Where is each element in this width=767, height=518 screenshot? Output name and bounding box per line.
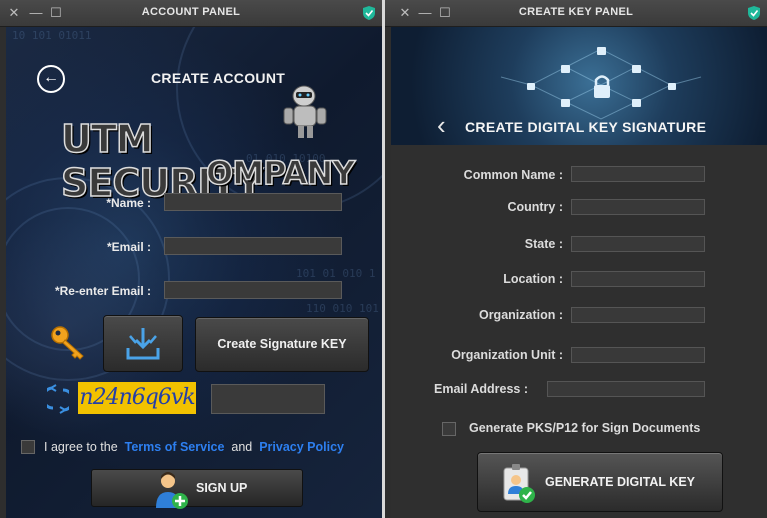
generate-digital-key-label: GENERATE DIGITAL KEY [545, 475, 696, 489]
organization-input[interactable] [571, 307, 705, 323]
refresh-captcha-icon[interactable] [47, 384, 69, 414]
location-label: Location : [503, 272, 563, 286]
privacy-policy-link[interactable]: Privacy Policy [259, 440, 344, 454]
account-panel-body: 10 101 01011 01 010 10100 101 01 010 1 1… [6, 27, 382, 518]
id-badge-icon [503, 464, 535, 503]
organization-unit-input[interactable] [571, 347, 705, 363]
organization-unit-label: Organization Unit : [451, 348, 563, 362]
location-input[interactable] [571, 271, 705, 287]
state-label: State : [524, 237, 563, 251]
common-name-label: Common Name : [463, 168, 563, 182]
create-key-panel-window: ✕ — ☐ CREATE KEY PANEL ‹ CREATE DIGITAL … [385, 0, 767, 518]
agree-checkbox[interactable] [21, 440, 35, 454]
common-name-input[interactable] [571, 166, 705, 182]
add-user-icon [156, 472, 188, 509]
agree-text: I agree to the [44, 440, 118, 454]
generate-digital-key-button[interactable]: GENERATE DIGITAL KEY [477, 452, 723, 512]
email-address-label: Email Address : [434, 382, 529, 396]
sign-up-label: SIGN UP [196, 481, 248, 495]
background-binary: 110 010 101 [306, 302, 379, 315]
background-binary: 101 01 010 1 [296, 267, 376, 280]
shield-icon [748, 6, 760, 20]
window-title: CREATE KEY PANEL [518, 6, 634, 18]
account-panel-window: ✕ — ☐ ACCOUNT PANEL 10 101 01011 01 010 … [0, 0, 382, 518]
captcha-input[interactable] [211, 384, 325, 414]
header-banner: ‹ CREATE DIGITAL KEY SIGNATURE [391, 27, 767, 145]
background-binary: 10 101 01011 [12, 29, 92, 42]
window-title: ACCOUNT PANEL [141, 6, 241, 18]
reenter-email-label: *Re-enter Email : [54, 284, 151, 298]
shield-icon [363, 6, 375, 20]
import-tray-icon [126, 328, 160, 360]
sign-up-button[interactable]: SIGN UP [91, 469, 303, 509]
generate-pks-label: Generate PKS/P12 for Sign Documents [469, 421, 701, 435]
captcha-image: n24n6q6vk [78, 382, 196, 414]
logo-text: OMPANY [205, 153, 356, 193]
name-input[interactable] [164, 193, 342, 211]
import-key-button[interactable] [103, 315, 183, 372]
email-input[interactable] [164, 237, 342, 255]
organization-label: Organization : [478, 308, 563, 322]
create-key-panel-titlebar: ✕ — ☐ CREATE KEY PANEL [385, 0, 767, 27]
terms-of-service-link[interactable]: Terms of Service [125, 440, 225, 454]
agree-text-row: I agree to the Terms of Service and Priv… [44, 440, 344, 454]
back-chevron-icon[interactable]: ‹ [437, 112, 446, 138]
country-input[interactable] [571, 199, 705, 215]
create-signature-key-button[interactable]: Create Signature KEY [195, 317, 369, 372]
generate-pks-checkbox[interactable] [442, 422, 456, 436]
back-arrow-icon[interactable]: ← [37, 65, 65, 93]
name-label: *Name : [106, 196, 151, 210]
country-label: Country : [507, 200, 563, 214]
key-icon [51, 326, 84, 360]
page-title: CREATE ACCOUNT [151, 70, 286, 86]
email-address-input[interactable] [547, 381, 705, 397]
page-title: CREATE DIGITAL KEY SIGNATURE [465, 119, 707, 135]
reenter-email-input[interactable] [164, 281, 342, 299]
account-panel-titlebar: ✕ — ☐ ACCOUNT PANEL [0, 0, 382, 27]
state-input[interactable] [571, 236, 705, 252]
and-text: and [231, 440, 253, 454]
email-label: *Email : [106, 240, 151, 254]
